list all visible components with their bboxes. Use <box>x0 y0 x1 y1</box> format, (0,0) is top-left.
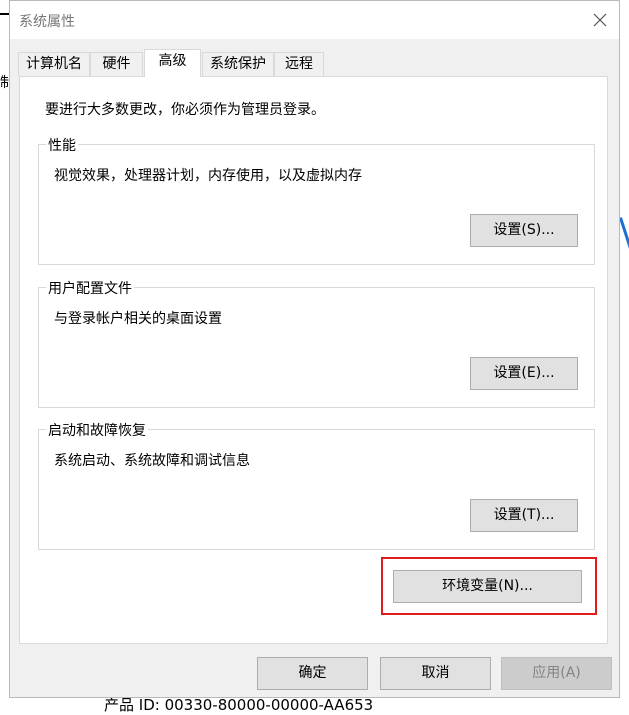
tab-computer-name[interactable]: 计算机名 <box>18 52 90 76</box>
performance-group: 性能 视觉效果，处理器计划，内存使用，以及虚拟内存 设置(S)... <box>38 135 595 265</box>
user-profiles-group: 用户配置文件 与登录帐户相关的桌面设置 设置(E)... <box>38 278 595 408</box>
advanced-tab-panel: 要进行大多数更改，你必须作为管理员登录。 性能 视觉效果，处理器计划，内存使用，… <box>19 76 608 644</box>
group-description: 系统启动、系统故障和调试信息 <box>54 453 250 469</box>
window-title: 系统属性 <box>19 14 75 30</box>
close-icon <box>593 13 607 27</box>
startup-recovery-group: 启动和故障恢复 系统启动、系统故障和调试信息 设置(T)... <box>38 420 595 550</box>
group-description: 与登录帐户相关的桌面设置 <box>54 311 222 327</box>
startup-recovery-settings-button[interactable]: 设置(T)... <box>470 499 578 532</box>
group-title: 用户配置文件 <box>46 278 134 298</box>
group-title: 启动和故障恢复 <box>46 420 148 440</box>
tab-remote[interactable]: 远程 <box>274 52 324 76</box>
system-properties-dialog: 系统属性 计算机名 硬件 高级 系统保护 远程 要进行大多数更改，你必须作为管理… <box>9 0 620 698</box>
apply-button[interactable]: 应用(A) <box>501 657 612 690</box>
ok-button[interactable]: 确定 <box>257 657 368 690</box>
user-profiles-settings-button[interactable]: 设置(E)... <box>470 357 578 390</box>
performance-settings-button[interactable]: 设置(S)... <box>470 214 578 247</box>
cancel-button[interactable]: 取消 <box>380 657 491 690</box>
tab-system-protection[interactable]: 系统保护 <box>202 52 274 76</box>
group-description: 视觉效果，处理器计划，内存使用，以及虚拟内存 <box>54 168 362 184</box>
background-graphic <box>619 217 629 268</box>
group-title: 性能 <box>46 135 78 155</box>
tab-advanced[interactable]: 高级 <box>144 49 201 77</box>
admin-notice: 要进行大多数更改，你必须作为管理员登录。 <box>45 102 325 118</box>
title-bar[interactable]: 系统属性 <box>10 1 619 39</box>
tab-hardware[interactable]: 硬件 <box>90 52 143 76</box>
environment-variables-button[interactable]: 环境变量(N)... <box>393 570 582 603</box>
close-button[interactable] <box>587 7 613 33</box>
